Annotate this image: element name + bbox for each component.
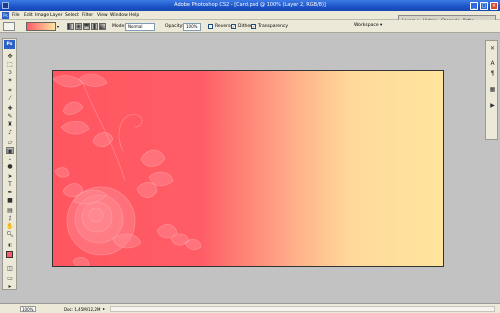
gradient-picker[interactable]: [26, 22, 56, 31]
options-bar: ▾ Mode: Normal Opacity: 100% Reverse ✓ D…: [0, 20, 500, 33]
mode-label: Mode:: [112, 24, 126, 29]
paragraph-icon[interactable]: ¶: [488, 69, 497, 78]
rose-pattern-illustration: [53, 73, 202, 266]
reverse-checkbox[interactable]: [208, 24, 213, 29]
menu-view[interactable]: View: [97, 13, 108, 18]
crop-icon[interactable]: ⌗: [6, 87, 14, 94]
tools-palette: Ps ✥ ⬚ ↄ ✶ ⌗ ⁄ ✚ ✎ ♜ ♪ ▱ ▣ 💧︎ ● ➤ T ✒ ■ …: [2, 38, 17, 290]
path-selection-icon[interactable]: ➤: [6, 173, 14, 180]
type-icon[interactable]: T: [6, 181, 14, 188]
workspace-menu[interactable]: Workspace ▾: [354, 23, 382, 28]
radial-gradient-icon[interactable]: [75, 23, 82, 30]
minimize-button[interactable]: _: [470, 1, 478, 10]
gradient-icon[interactable]: ▣: [6, 147, 14, 155]
chevron-down-icon[interactable]: ▾: [57, 24, 59, 29]
history-brush-icon[interactable]: ♪: [6, 129, 14, 136]
document-icon: Ps: [2, 12, 9, 19]
eraser-icon[interactable]: ▱: [6, 139, 14, 146]
quick-mask-icon[interactable]: ◫: [6, 265, 14, 272]
move-icon[interactable]: ✥: [6, 53, 14, 60]
eyedropper-icon[interactable]: ⁒: [6, 215, 14, 222]
pen-icon[interactable]: ✒: [6, 189, 14, 196]
navigator-icon[interactable]: ✕: [488, 44, 497, 53]
lasso-icon[interactable]: ↄ: [6, 69, 14, 76]
zoom-field[interactable]: 100%: [20, 305, 36, 312]
horizontal-scrollbar[interactable]: [110, 306, 495, 312]
brush-icon[interactable]: ✎: [6, 113, 14, 120]
foreground-color-swatch[interactable]: [6, 251, 13, 258]
blur-icon[interactable]: 💧︎: [6, 155, 14, 162]
actions-icon[interactable]: ▶: [488, 101, 497, 110]
magic-wand-icon[interactable]: ✶: [6, 77, 14, 84]
linear-gradient-icon[interactable]: [67, 23, 74, 30]
hand-icon[interactable]: ✋: [6, 223, 14, 230]
title-bar: Adobe Photoshop CS2 - [Card.psd @ 100% (…: [0, 0, 500, 11]
screen-mode-icon[interactable]: ▭: [6, 275, 14, 282]
healing-brush-icon[interactable]: ✚: [6, 105, 14, 112]
clone-stamp-icon[interactable]: ♜: [6, 121, 14, 128]
close-button[interactable]: ×: [490, 1, 498, 10]
right-dock: ✕ A ¶ ▦ ▶: [485, 40, 498, 140]
opacity-input[interactable]: 100%: [183, 22, 201, 31]
document-size: Doc: 1,45M/12,2M: [64, 306, 101, 312]
transparency-checkbox[interactable]: ✓: [251, 24, 256, 29]
mode-select[interactable]: Normal: [125, 22, 155, 31]
notes-icon[interactable]: ▤: [6, 207, 14, 214]
menu-layer[interactable]: Layer: [50, 13, 63, 18]
transparency-label: Transparency: [258, 24, 289, 29]
marquee-icon[interactable]: ⬚: [6, 61, 14, 68]
dither-label: Dither: [238, 24, 252, 29]
imageready-icon[interactable]: ▸: [6, 283, 14, 290]
reflected-gradient-icon[interactable]: [91, 23, 98, 30]
angle-gradient-icon[interactable]: [83, 23, 90, 30]
diamond-gradient-icon[interactable]: [99, 23, 106, 30]
window-title: Adobe Photoshop CS2 - [Card.psd @ 100% (…: [174, 2, 326, 8]
menu-help[interactable]: Help: [129, 13, 139, 18]
tools-header: Ps: [4, 40, 15, 49]
menu-edit[interactable]: Edit: [24, 13, 33, 18]
status-bar: 100% Doc: 1,45M/12,2M ▸: [0, 303, 500, 313]
tool-preset-picker[interactable]: [3, 22, 15, 31]
document-canvas[interactable]: [52, 70, 444, 267]
opacity-label: Opacity:: [165, 24, 184, 29]
menu-image[interactable]: Image: [35, 13, 49, 18]
menu-file[interactable]: File: [12, 13, 20, 18]
zoom-icon[interactable]: 🔍︎: [6, 231, 14, 238]
dither-checkbox[interactable]: ✓: [231, 24, 236, 29]
default-colors-icon[interactable]: ◧: [6, 241, 14, 248]
dodge-icon[interactable]: ●: [6, 163, 14, 170]
character-icon[interactable]: A: [488, 59, 497, 68]
menu-filter[interactable]: Filter: [82, 13, 93, 18]
status-menu-arrow-icon[interactable]: ▸: [103, 306, 105, 311]
menu-window[interactable]: Window: [110, 13, 128, 18]
maximize-button[interactable]: □: [480, 1, 488, 10]
styles-icon[interactable]: ▦: [488, 85, 497, 94]
shape-icon[interactable]: ■: [6, 197, 14, 204]
menu-select[interactable]: Select: [65, 13, 79, 18]
slice-icon[interactable]: ⁄: [6, 95, 14, 102]
